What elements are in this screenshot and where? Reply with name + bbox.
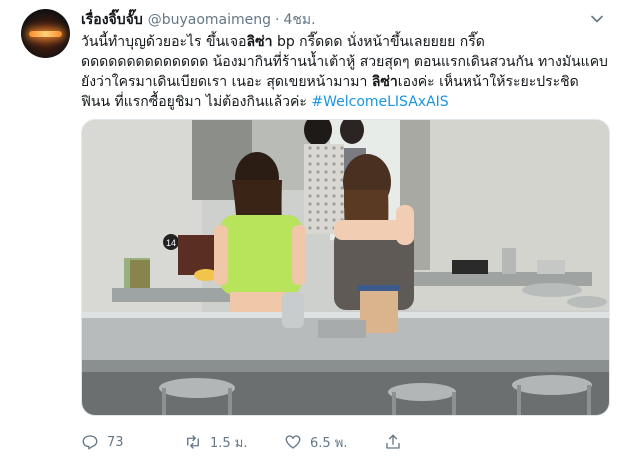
user-handle[interactable]: @buyaomaimeng: [148, 12, 271, 28]
share-button[interactable]: [384, 430, 410, 454]
like-button[interactable]: 6.5 พ.: [284, 430, 348, 454]
retweet-button[interactable]: 1.5 ม.: [184, 430, 248, 454]
heart-icon: [285, 435, 301, 449]
tweet-text-part: วันนี้ทำบุญด้วยอะไร ขึ้นเจอ: [81, 34, 247, 50]
chevron-down-icon[interactable]: [590, 12, 604, 26]
tweet-header: เรื่องจิ๊บจั๊บ @buyaomaimeng · 4ชม.: [81, 9, 316, 29]
tweet-bold-name: ลิซ่า: [371, 74, 398, 90]
tweet-bold-name: ลิซ่า: [246, 34, 273, 50]
hashtag-link[interactable]: #WelcomeLISAxAIS: [311, 94, 448, 110]
retweet-count: 1.5 ม.: [210, 435, 248, 451]
tweet-actions: 73 1.5 ม. 6.5 พ.: [81, 430, 611, 454]
tweet-photo[interactable]: 14: [81, 119, 610, 416]
avatar[interactable]: [21, 9, 70, 58]
reply-button[interactable]: 73: [81, 430, 124, 454]
share-icon: [386, 434, 400, 449]
like-count: 6.5 พ.: [310, 435, 348, 451]
photo-illustration: 14: [82, 120, 609, 415]
reply-count: 73: [107, 434, 124, 450]
retweet-icon: [187, 435, 199, 449]
display-name[interactable]: เรื่องจิ๊บจั๊บ: [81, 9, 143, 31]
reply-icon: [82, 435, 98, 450]
separator-dot: ·: [275, 12, 280, 28]
timestamp[interactable]: 4ชม.: [284, 9, 316, 31]
tweet[interactable]: เรื่องจิ๊บจั๊บ @buyaomaimeng · 4ชม. วันน…: [0, 0, 620, 462]
sign-number: 14: [166, 238, 176, 248]
avatar-sunset-glow: [29, 31, 62, 37]
tweet-text: วันนี้ทำบุญด้วยอะไร ขึ้นเจอลิซ่า bp กรี๊…: [81, 32, 611, 112]
